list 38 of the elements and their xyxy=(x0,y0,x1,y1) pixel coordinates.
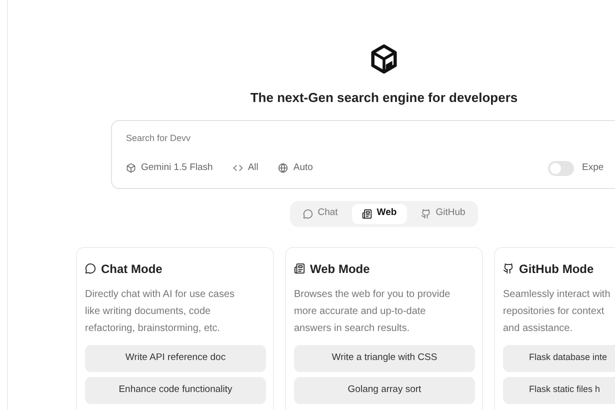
search-field[interactable]: Search for Devv xyxy=(126,130,615,144)
card-description-line: more accurate and up-to-date xyxy=(294,304,426,318)
chat-bubble-icon xyxy=(302,208,313,218)
toggle-switch[interactable] xyxy=(548,160,574,176)
search-option[interactable]: Gemini 1.5 Flash xyxy=(126,160,213,176)
code-icon xyxy=(232,163,243,173)
example-button[interactable]: Flask static files h xyxy=(503,376,615,404)
example-button[interactable]: Write a triangle with CSS xyxy=(294,344,475,372)
card-title: GitHub Mode xyxy=(519,260,594,278)
search-option[interactable]: All xyxy=(232,160,258,176)
mode-tab[interactable]: Web xyxy=(352,204,407,224)
card-description-line: Directly chat with AI for use cases xyxy=(85,288,235,302)
card-description-line: and assistance. xyxy=(503,322,572,336)
example-button[interactable]: Write API reference doc xyxy=(85,344,266,372)
github-icon xyxy=(420,208,431,218)
example-button[interactable]: Enhance code functionality xyxy=(85,376,266,404)
globe-icon xyxy=(278,163,288,173)
github-icon xyxy=(503,263,514,274)
example-button[interactable]: Golang array sort xyxy=(294,376,475,404)
cube-icon xyxy=(126,163,136,173)
example-button[interactable]: Flask database inte xyxy=(503,344,615,372)
cube-logo-icon xyxy=(371,44,397,74)
search-option[interactable]: Auto xyxy=(278,160,313,176)
mode-tab[interactable]: Chat xyxy=(292,204,348,224)
toggle-label: Expe xyxy=(582,160,605,175)
card-description-line: Browses the web for you to provide xyxy=(294,288,450,302)
card-description-line: repositories for context xyxy=(503,304,604,318)
card-description-line: answers in search results. xyxy=(294,322,410,336)
card-title: Web Mode xyxy=(310,260,370,278)
headline: The next-Gen search engine for developers xyxy=(250,89,518,107)
chat-bubble-icon xyxy=(85,263,96,274)
card-title: Chat Mode xyxy=(101,260,162,278)
web-page-icon xyxy=(362,208,372,218)
web-page-icon xyxy=(294,263,305,274)
card-description-line: Seamlessly interact with xyxy=(503,288,610,302)
card-description-line: refactoring, brainstorming, etc. xyxy=(85,322,220,336)
mode-tab[interactable]: GitHub xyxy=(410,204,476,224)
card-description-line: like writing documents, code xyxy=(85,304,211,318)
